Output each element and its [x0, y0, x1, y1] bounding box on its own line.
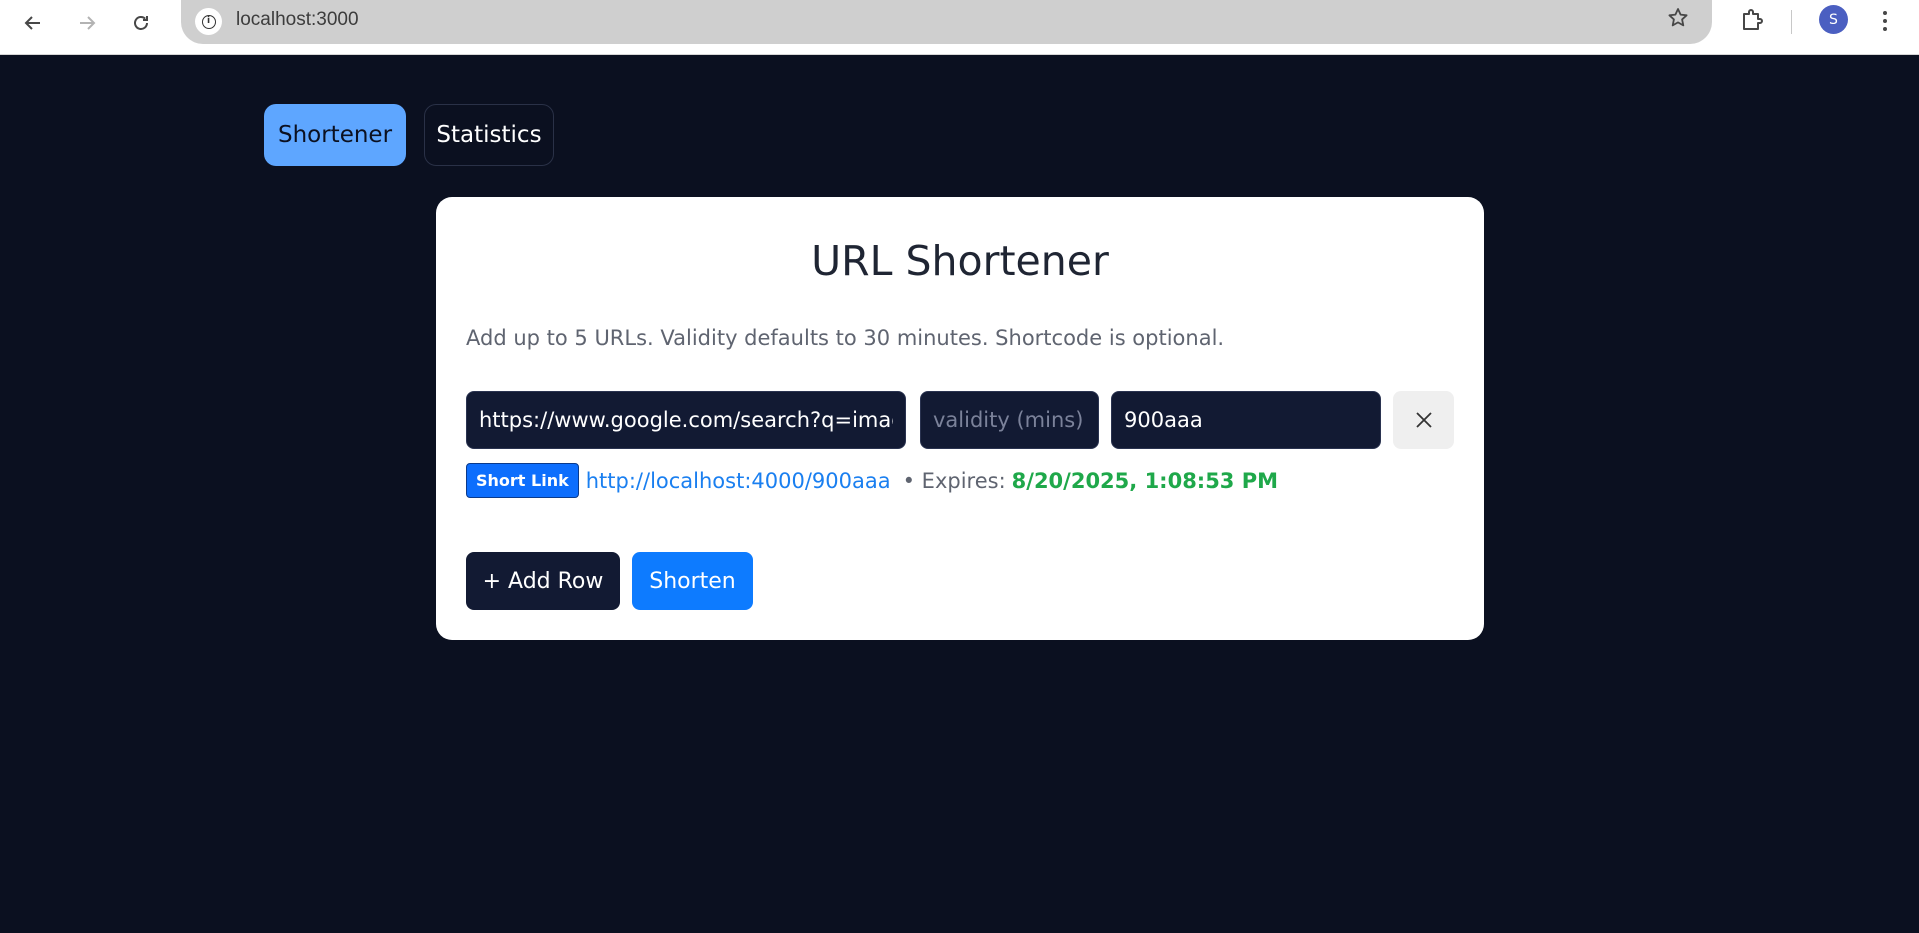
shorten-button[interactable]: Shorten: [632, 552, 753, 610]
toolbar-divider: [1791, 10, 1792, 34]
shortcode-input[interactable]: [1111, 391, 1381, 449]
shortener-card: URL Shortener Add up to 5 URLs. Validity…: [436, 197, 1484, 640]
close-icon: [1415, 412, 1432, 428]
expires-value: 8/20/2025, 1:08:53 PM: [1011, 468, 1279, 493]
short-link-badge: Short Link: [466, 463, 579, 498]
star-icon[interactable]: [1666, 6, 1690, 36]
back-arrow-icon[interactable]: [16, 6, 50, 40]
forward-arrow-icon[interactable]: [70, 6, 104, 40]
instructions-text: Add up to 5 URLs. Validity defaults to 3…: [466, 326, 1225, 350]
profile-avatar[interactable]: S: [1819, 5, 1848, 34]
add-row-button[interactable]: + Add Row: [466, 552, 620, 610]
address-url[interactable]: localhost:3000: [236, 9, 359, 31]
url-input[interactable]: [466, 391, 906, 449]
tab-shortener[interactable]: Shortener: [264, 104, 406, 166]
remove-row-button[interactable]: [1393, 391, 1454, 449]
short-link-result: Short Link http://localhost:4000/900aaa …: [466, 463, 1278, 498]
tab-statistics[interactable]: Statistics: [424, 104, 554, 166]
expires-label: • Expires:: [902, 468, 1006, 493]
address-bar[interactable]: i localhost:3000: [181, 0, 1712, 44]
validity-input[interactable]: [920, 391, 1099, 449]
browser-toolbar: i localhost:3000 S: [0, 0, 1919, 55]
kebab-menu-icon[interactable]: [1880, 6, 1890, 36]
puzzle-icon[interactable]: [1740, 8, 1764, 34]
reload-icon[interactable]: [124, 6, 158, 40]
short-link-url[interactable]: http://localhost:4000/900aaa: [586, 469, 891, 493]
page-title: URL Shortener: [811, 237, 1109, 285]
info-icon[interactable]: i: [195, 8, 222, 35]
